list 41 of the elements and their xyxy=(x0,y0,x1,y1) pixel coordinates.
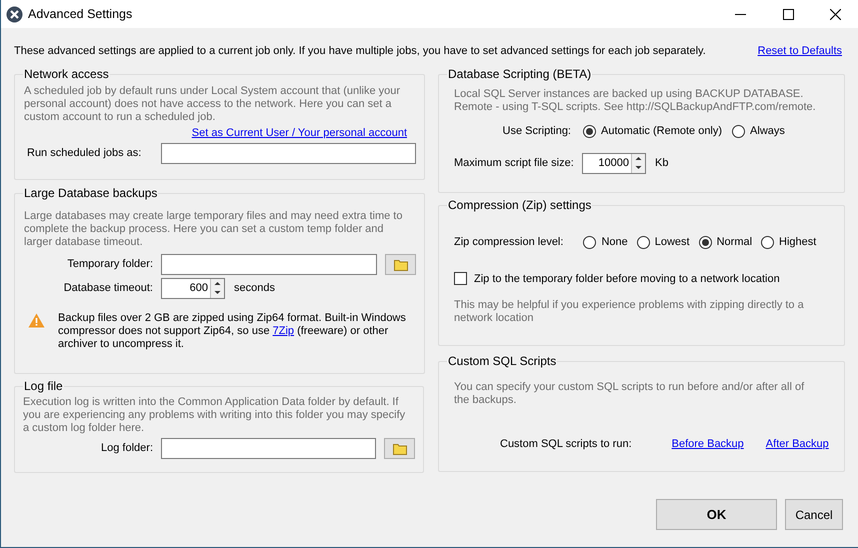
group-title: Network access xyxy=(23,66,110,83)
field-label: Temporary folder: xyxy=(66,257,154,272)
group-title: Log file xyxy=(23,378,64,395)
unit-label: seconds xyxy=(234,281,275,296)
number-spinner[interactable]: 600 xyxy=(161,278,225,299)
intro-text: These advanced settings are applied to a current job only. If you have multiple jobs, you have to set advanced settings for each job separately. xyxy=(14,44,706,59)
field-label: Log folder: xyxy=(100,441,154,456)
ok-button[interactable]: OK xyxy=(656,499,777,530)
description-text: A scheduled job by default runs under Local System account that (unlike your personal account) does not have access to the network. Here you can set a custom account to run a scheduled job. xyxy=(23,85,402,124)
description-text: Execution log is written into the Common Application Data folder by default. If you are experiencing any problems with writing into this folder you may specify a custom log folder here. xyxy=(23,396,406,435)
field-label: Run scheduled jobs as: xyxy=(26,146,142,161)
radio-option[interactable]: None xyxy=(583,234,628,250)
field-label: Zip compression level: xyxy=(454,235,564,250)
group-title: Custom SQL Scripts xyxy=(447,353,558,370)
description-text: You can specify your custom SQL scripts to run before and/or after all of the backups. xyxy=(453,381,806,407)
group-title: Database Scripting (BETA) xyxy=(447,66,592,83)
description-text: This may be helpful if you experience problems with zipping directly to a network location xyxy=(453,299,805,325)
zip-temp-checkbox-option[interactable]: Zip to the temporary folder before moving to a network location xyxy=(454,270,780,287)
window-title: Advanced Settings xyxy=(28,6,132,23)
radio-option[interactable]: Normal xyxy=(698,234,752,250)
group-title: Compression (Zip) settings xyxy=(447,197,592,214)
warning-text: Backup files over 2 GB are zipped using Zip64 format. Built-in Windows compressor does not support Zip64, so use 7Zip (freeware) or other archiver to uncompress it. xyxy=(58,312,407,351)
zip-tool-link[interactable]: 7Zip xyxy=(272,325,294,337)
unit-label: Kb xyxy=(655,156,668,171)
radio-option[interactable]: Automatic (Remote only) xyxy=(583,123,722,140)
field-label: Custom SQL scripts to run: xyxy=(500,437,632,452)
reset-link[interactable]: Reset to Defaults xyxy=(758,42,842,60)
radio-option[interactable]: Highest xyxy=(761,234,816,250)
radio-option[interactable]: Always xyxy=(732,123,785,140)
radio-option[interactable]: Lowest xyxy=(636,234,690,250)
script-link[interactable]: After Backup xyxy=(766,436,829,452)
field-label: Use Scripting: xyxy=(502,124,572,139)
script-link[interactable]: Before Backup xyxy=(672,436,744,452)
field-label: Database timeout: xyxy=(62,281,154,296)
number-spinner[interactable]: 10000 xyxy=(582,152,646,174)
cancel-button[interactable]: Cancel xyxy=(785,499,843,530)
group-title: Large Database backups xyxy=(23,185,158,202)
description-text: Local SQL Server instances are backed up using BACKUP DATABASE. Remote - using T-SQL scripts. See http://SQLBackupAndFTP.com/remote. xyxy=(453,88,817,114)
field-label: Maximum script file size: xyxy=(453,156,575,171)
description-text: Large databases may create large temporary files and may need extra time to complete the backup process. Here you can set a custom temp folder and larger database timeout. xyxy=(23,210,404,249)
account-link[interactable]: Set as Current User / Your personal account xyxy=(192,125,407,142)
